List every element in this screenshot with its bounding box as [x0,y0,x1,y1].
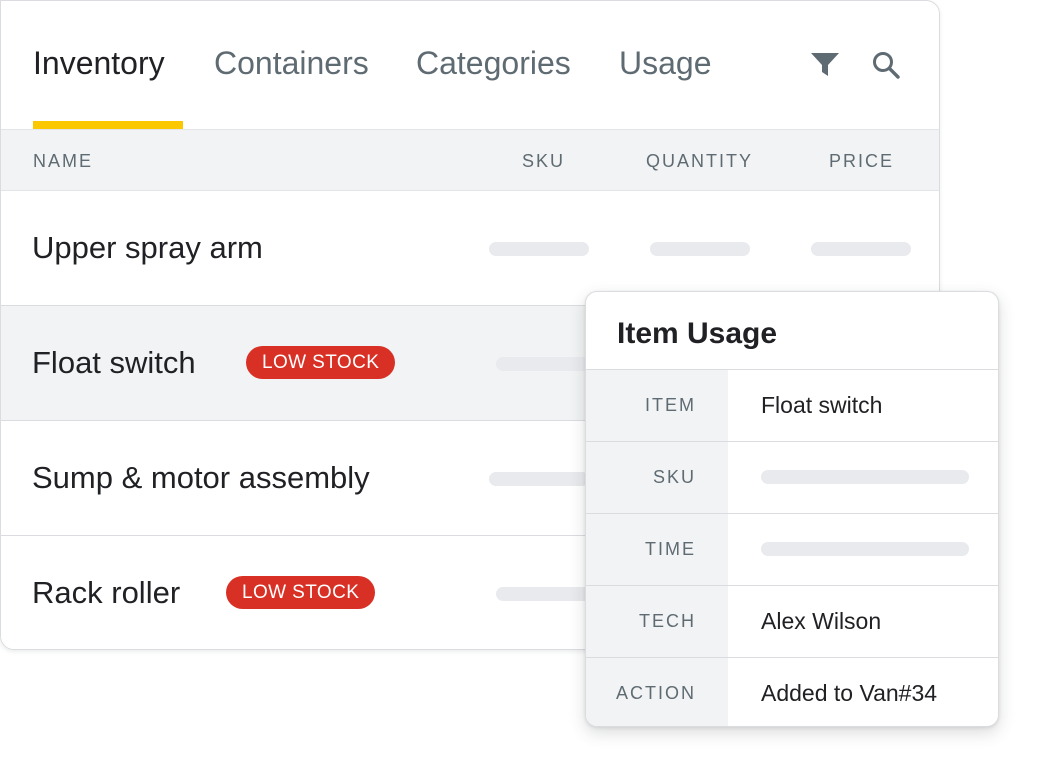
table-header: NAME SKU QUANTITY PRICE [1,129,939,191]
usage-label-tech: TECH [586,586,728,657]
item-name: Rack roller [32,575,181,610]
filter-icon [811,53,839,76]
usage-row-action: ACTION Added to Van#34 [586,657,998,726]
low-stock-badge: LOW STOCK [246,346,396,379]
sku-placeholder [496,357,596,371]
usage-row-tech: TECH Alex Wilson [586,585,998,657]
tab-categories[interactable]: Categories [416,43,571,83]
usage-row-sku: SKU [586,441,998,513]
usage-label-item: ITEM [586,370,728,441]
usage-value-action: Added to Van#34 [761,680,938,706]
search-button[interactable] [870,49,902,81]
item-name: Float switch [32,345,196,380]
item-name: Sump & motor assembly [32,460,370,495]
item-usage-title: Item Usage [617,317,778,350]
tab-usage[interactable]: Usage [619,43,712,83]
usage-label-sku: SKU [586,442,728,513]
column-header-quantity[interactable]: QUANTITY [646,151,753,172]
price-placeholder [811,242,911,256]
usage-row-time: TIME [586,513,998,585]
tab-inventory[interactable]: Inventory [33,43,165,83]
sku-placeholder [489,242,589,256]
sku-placeholder [489,472,589,486]
usage-label-time: TIME [586,514,728,585]
usage-row-item: ITEM Float switch [586,369,998,441]
usage-value-item: Float switch [761,392,883,418]
search-icon [873,52,900,79]
column-header-price[interactable]: PRICE [829,151,894,172]
item-name: Upper spray arm [32,230,263,265]
usage-value-tech: Alex Wilson [761,608,882,634]
time-placeholder [761,542,969,556]
sku-placeholder [761,470,969,484]
item-usage-card: Item Usage ITEM Float switch SKU TIME TE… [585,291,999,727]
column-header-name[interactable]: NAME [33,151,93,172]
active-tab-indicator [33,121,183,129]
sku-placeholder [496,587,596,601]
column-header-sku[interactable]: SKU [522,151,565,172]
tab-bar: Inventory Containers Categories Usage [1,1,939,129]
quantity-placeholder [650,242,750,256]
inventory-app: Inventory Containers Categories Usage NA… [0,0,1040,780]
filter-button[interactable] [809,49,841,81]
tab-containers[interactable]: Containers [214,43,369,83]
usage-label-action: ACTION [586,658,728,726]
low-stock-badge: LOW STOCK [226,576,376,609]
table-row[interactable]: Upper spray arm [1,191,939,306]
